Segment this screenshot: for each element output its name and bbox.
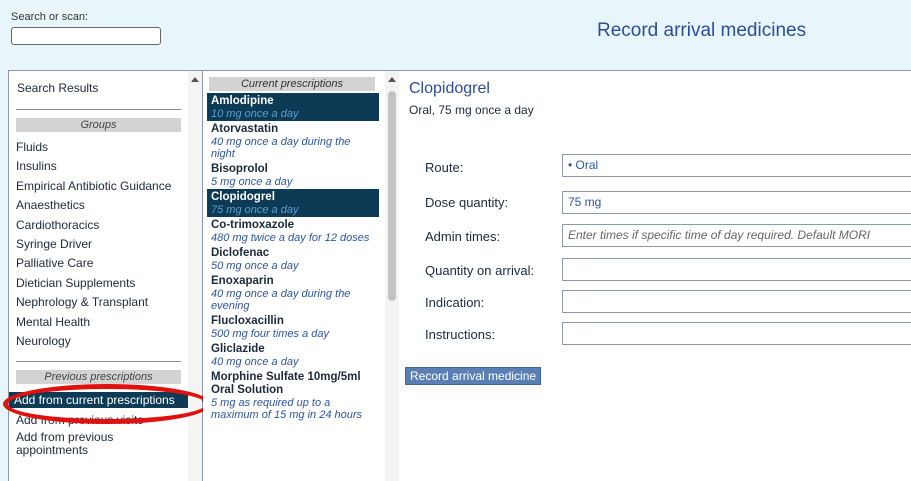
prescription-item[interactable]: Co-trimoxazole 480 mg twice a day for 12 …: [207, 217, 379, 245]
search-label: Search or scan:: [11, 11, 89, 23]
group-item[interactable]: Cardiothoracics: [16, 216, 171, 235]
prescription-dose: 5 mg once a day: [211, 176, 293, 188]
route-field[interactable]: • Oral: [562, 154, 911, 177]
current-prescriptions-header: Current prescriptions: [209, 77, 375, 91]
group-item[interactable]: Insulins: [16, 157, 171, 176]
top-bar: Search or scan: Record arrival medicines: [0, 0, 911, 70]
instructions-field[interactable]: [562, 322, 911, 345]
dose-quantity-field[interactable]: 75 mg: [562, 191, 911, 214]
prescription-name: Enoxaparin: [211, 275, 274, 287]
prescription-name: Clopidogrel: [211, 191, 275, 203]
prescription-name: Atorvastatin: [211, 123, 279, 135]
indication-field[interactable]: [562, 290, 911, 313]
previous-prescriptions-header: Previous prescriptions: [16, 370, 181, 384]
prescription-item[interactable]: Enoxaparin 40 mg once a day during the ev…: [207, 273, 379, 313]
group-item[interactable]: Fluids: [16, 138, 171, 157]
group-item[interactable]: Palliative Care: [16, 254, 171, 273]
prescription-name: Flucloxacillin: [211, 315, 284, 327]
left-scrollbar[interactable]: [188, 71, 202, 481]
divider: [16, 109, 181, 110]
medicine-detail-panel: Clopidogrel Oral, 75 mg once a day Route…: [399, 70, 911, 481]
admin-times-field[interactable]: Enter times if specific time of day requ…: [562, 224, 911, 247]
group-list: Fluids Insulins Empirical Antibiotic Guida…: [16, 138, 171, 351]
prescription-dose: 40 mg once a day during the evening: [211, 288, 351, 312]
dose-quantity-label: Dose quantity:: [425, 195, 509, 210]
add-from-previous-visits-link[interactable]: Add from previous visits: [16, 414, 143, 427]
prescription-item[interactable]: Flucloxacillin 500 mg four times a day: [207, 313, 379, 341]
prescription-dose: 50 mg once a day: [211, 260, 299, 272]
prescription-dose: 40 mg once a day during the night: [211, 136, 351, 160]
prescription-item[interactable]: Bisoprolol 5 mg once a day: [207, 161, 379, 189]
divider: [16, 361, 181, 362]
prescription-item[interactable]: Amlodipine 10 mg once a day: [207, 93, 379, 121]
prescription-dose: 40 mg once a day: [211, 356, 299, 368]
prescription-dose: 5 mg as required up to a maximum of 15 m…: [211, 397, 363, 421]
admin-times-label: Admin times:: [425, 229, 501, 244]
record-arrival-medicine-button[interactable]: Record arrival medicine: [405, 367, 542, 385]
search-results-link[interactable]: Search Results: [17, 81, 98, 95]
prescription-dose: 500 mg four times a day: [211, 328, 330, 340]
page-title: Record arrival medicines: [597, 20, 807, 41]
route-label: Route:: [425, 160, 464, 175]
prescription-item[interactable]: Atorvastatin 40 mg once a day during the …: [207, 121, 379, 161]
groups-header: Groups: [16, 118, 181, 132]
scroll-up-arrow-icon[interactable]: [388, 77, 396, 82]
group-item[interactable]: Anaesthetics: [16, 196, 171, 215]
indication-label: Indication:: [425, 295, 485, 310]
prescription-dose: 10 mg once a day: [211, 108, 299, 120]
group-item[interactable]: Nephrology & Transplant: [16, 293, 171, 312]
drug-summary: Oral, 75 mg once a day: [409, 103, 534, 117]
prescription-item[interactable]: Gliclazide 40 mg once a day: [207, 341, 379, 369]
scrollbar-thumb[interactable]: [388, 91, 396, 301]
left-panel: Search Results Groups Fluids Insulins Empi…: [3, 70, 211, 481]
quantity-on-arrival-label: Quantity on arrival:: [425, 263, 535, 278]
prescription-name: Diclofenac: [211, 247, 270, 259]
add-from-previous-appointments-link[interactable]: Add from previous appointments: [16, 431, 136, 457]
drug-title: Clopidogrel: [409, 80, 490, 97]
prescriptions-scrollbar[interactable]: [385, 71, 399, 481]
prescription-dose: 75 mg once a day: [211, 204, 299, 216]
group-item[interactable]: Dietician Supplements: [16, 274, 171, 293]
scroll-up-arrow-icon[interactable]: [191, 77, 199, 82]
prescription-name: Gliclazide: [211, 343, 265, 355]
group-item[interactable]: Empirical Antibiotic Guidance: [16, 177, 171, 196]
group-item[interactable]: Syringe Driver: [16, 235, 171, 254]
current-prescriptions-panel: Current prescriptions Amlodipine 10 mg on…: [203, 70, 399, 481]
prescription-list: Amlodipine 10 mg once a day Atorvastatin 40…: [207, 93, 379, 422]
prescription-dose: 480 mg twice a day for 12 doses: [211, 232, 370, 244]
group-item[interactable]: Neurology: [16, 332, 171, 351]
prescription-item[interactable]: Clopidogrel 75 mg once a day: [207, 189, 379, 217]
prescription-name: Bisoprolol: [211, 163, 268, 175]
prescription-name: Morphine Sulfate 10mg/5ml Oral Solution: [211, 371, 361, 396]
prescription-name: Amlodipine: [211, 95, 274, 107]
prescription-name: Co-trimoxazole: [211, 219, 295, 231]
search-input[interactable]: [11, 27, 161, 45]
add-from-current-prescriptions-button[interactable]: Add from current prescriptions: [9, 392, 205, 408]
instructions-label: Instructions:: [425, 327, 496, 342]
prescription-item[interactable]: Diclofenac 50 mg once a day: [207, 245, 379, 273]
prescription-item[interactable]: Morphine Sulfate 10mg/5ml Oral Solution 5…: [207, 369, 379, 422]
group-item[interactable]: Mental Health: [16, 313, 171, 332]
quantity-on-arrival-field[interactable]: [562, 258, 911, 281]
